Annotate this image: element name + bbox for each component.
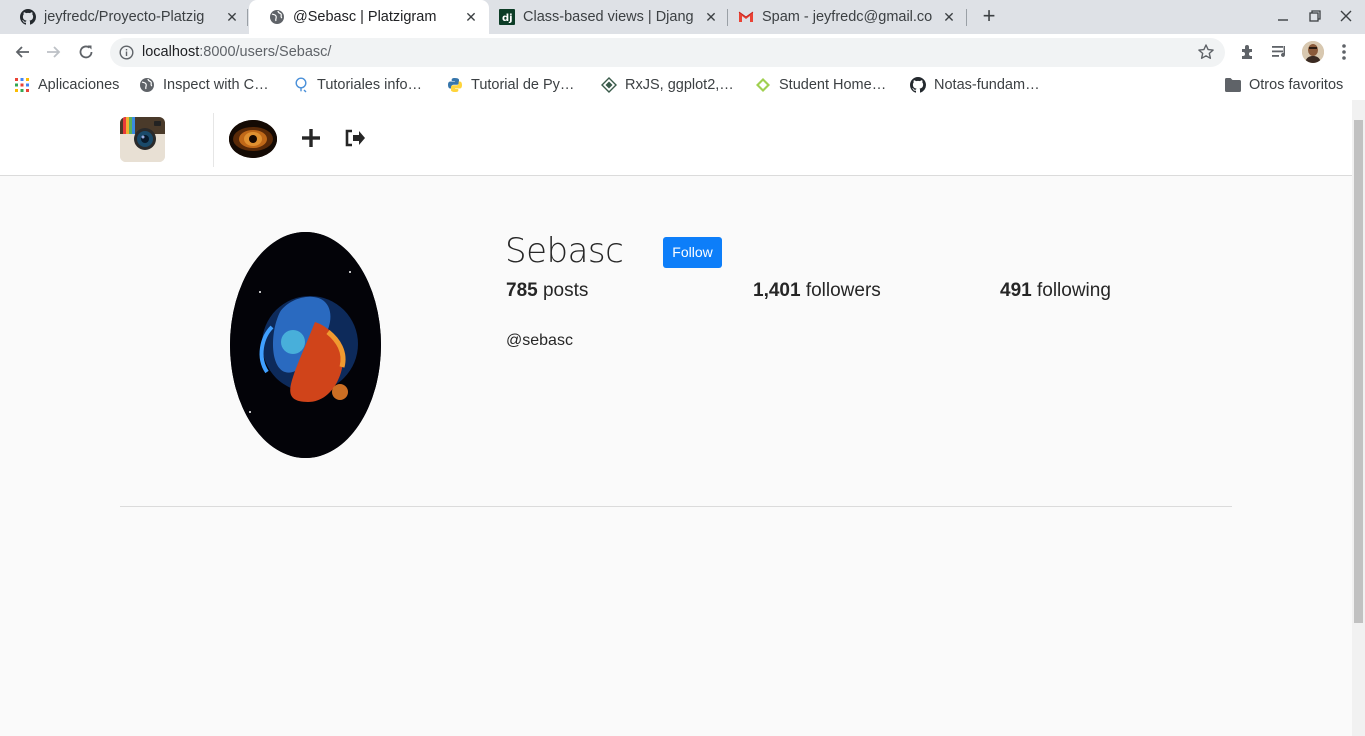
tab-github[interactable]: jeyfredc/Proyecto-Platzig ✕	[0, 0, 246, 34]
bookmark-student-home[interactable]: Student Home…	[755, 75, 886, 95]
extensions-icon[interactable]	[1238, 42, 1258, 62]
nav-divider	[213, 113, 214, 167]
folder-icon	[1225, 77, 1241, 93]
close-tab-icon[interactable]: ✕	[941, 9, 957, 25]
url-path: :8000/users/Sebasc/	[199, 44, 332, 60]
tab-separator	[247, 9, 248, 26]
tab-strip: jeyfredc/Proyecto-Platzig ✕ @Sebasc | Pl…	[0, 0, 1365, 34]
browser-toolbar: localhost:8000/users/Sebasc/	[0, 34, 1365, 70]
close-tab-icon[interactable]: ✕	[224, 9, 240, 25]
platzigram-logo[interactable]	[120, 117, 165, 162]
django-icon: dj	[499, 9, 515, 25]
url-text: localhost:8000/users/Sebasc/	[142, 44, 331, 60]
bookmark-inspect[interactable]: Inspect with C…	[139, 75, 269, 95]
bookmarks-bar: Aplicaciones Inspect with C… Tutoriales …	[0, 70, 1365, 100]
apps-grid-icon	[14, 77, 30, 93]
bookmark-rxjs[interactable]: RxJS, ggplot2,…	[601, 75, 734, 95]
follow-button[interactable]: Follow	[663, 237, 722, 268]
minimize-icon[interactable]	[1273, 7, 1293, 27]
profile-picture	[230, 232, 381, 458]
bookmark-apps[interactable]: Aplicaciones	[14, 75, 119, 95]
bookmark-python[interactable]: Tutorial de Py…	[447, 75, 574, 95]
user-avatar[interactable]	[229, 120, 277, 158]
reload-icon[interactable]	[75, 41, 97, 63]
tab-title: jeyfredc/Proyecto-Platzig	[44, 9, 205, 25]
following-count: 491	[1000, 280, 1032, 301]
scrollbar-thumb[interactable]	[1354, 120, 1363, 623]
close-window-icon[interactable]	[1336, 7, 1356, 27]
python-icon	[447, 77, 463, 93]
followers-label: followers	[805, 280, 881, 301]
github-icon	[910, 77, 926, 93]
globe-icon	[269, 9, 285, 25]
address-bar[interactable]: localhost:8000/users/Sebasc/	[110, 38, 1225, 67]
new-tab-button[interactable]: +	[978, 5, 1000, 27]
posts-count: 785	[506, 280, 538, 301]
diamond-icon	[601, 77, 617, 93]
close-tab-icon[interactable]: ✕	[463, 9, 479, 25]
profile-avatar[interactable]	[1302, 41, 1324, 63]
stat-followers[interactable]: 1,401 followers	[753, 280, 881, 302]
bookmark-label: Otros favoritos	[1249, 77, 1344, 93]
page-scrollbar[interactable]	[1352, 100, 1365, 736]
media-queue-icon[interactable]	[1270, 42, 1290, 62]
bookmark-tutoriales[interactable]: Tutoriales info…	[293, 75, 422, 95]
bookmark-label: Inspect with C…	[163, 77, 269, 93]
gmail-icon	[738, 9, 754, 25]
info-icon[interactable]	[119, 45, 134, 60]
stat-posts: 785 posts	[506, 280, 588, 302]
bookmark-label: Student Home…	[779, 77, 887, 93]
bookmark-label: Aplicaciones	[38, 77, 120, 93]
bookmark-label: Tutorial de Py…	[471, 77, 575, 93]
followers-count: 1,401	[753, 280, 801, 301]
globe-icon	[139, 77, 155, 93]
svg-text:dj: dj	[502, 13, 513, 24]
posts-label: posts	[542, 280, 589, 301]
bookmark-label: Tutoriales info…	[317, 77, 423, 93]
following-label: following	[1036, 280, 1111, 301]
github-icon	[20, 9, 36, 25]
restore-icon[interactable]	[1305, 7, 1325, 27]
tab-title: @Sebasc | Platzigram	[293, 9, 437, 25]
tab-django[interactable]: dj Class-based views | Djang ✕	[490, 0, 726, 34]
tab-gmail[interactable]: Spam - jeyfredc@gmail.co ✕	[729, 0, 965, 34]
bookmark-notas[interactable]: Notas-fundam…	[910, 75, 1040, 95]
profile-username: Sebasc	[505, 231, 624, 271]
tab-title: Class-based views | Djang	[523, 9, 694, 25]
more-menu-icon[interactable]	[1334, 42, 1354, 62]
profile-handle: @sebasc	[506, 332, 573, 349]
stat-following[interactable]: 491 following	[1000, 280, 1111, 302]
site-navbar	[0, 100, 1352, 176]
student-icon	[755, 77, 771, 93]
bookmark-star-icon[interactable]	[1197, 43, 1215, 61]
back-icon[interactable]	[11, 41, 33, 63]
plus-icon[interactable]	[300, 127, 322, 149]
tab-platzigram[interactable]: @Sebasc | Platzigram ✕	[249, 0, 489, 34]
divider	[120, 506, 1232, 507]
other-bookmarks[interactable]: Otros favoritos	[1225, 75, 1343, 95]
bulb-icon	[293, 77, 309, 93]
url-host: localhost	[142, 44, 200, 60]
forward-icon[interactable]	[43, 41, 65, 63]
logout-icon[interactable]	[344, 127, 366, 149]
tab-title: Spam - jeyfredc@gmail.co	[762, 9, 933, 25]
close-tab-icon[interactable]: ✕	[703, 9, 719, 25]
page-content: Sebasc Follow 785 posts 1,401 followers …	[0, 100, 1352, 736]
tab-separator	[966, 9, 967, 26]
bookmark-label: RxJS, ggplot2,…	[625, 77, 734, 93]
bookmark-label: Notas-fundam…	[934, 77, 1040, 93]
tab-separator	[727, 9, 728, 26]
